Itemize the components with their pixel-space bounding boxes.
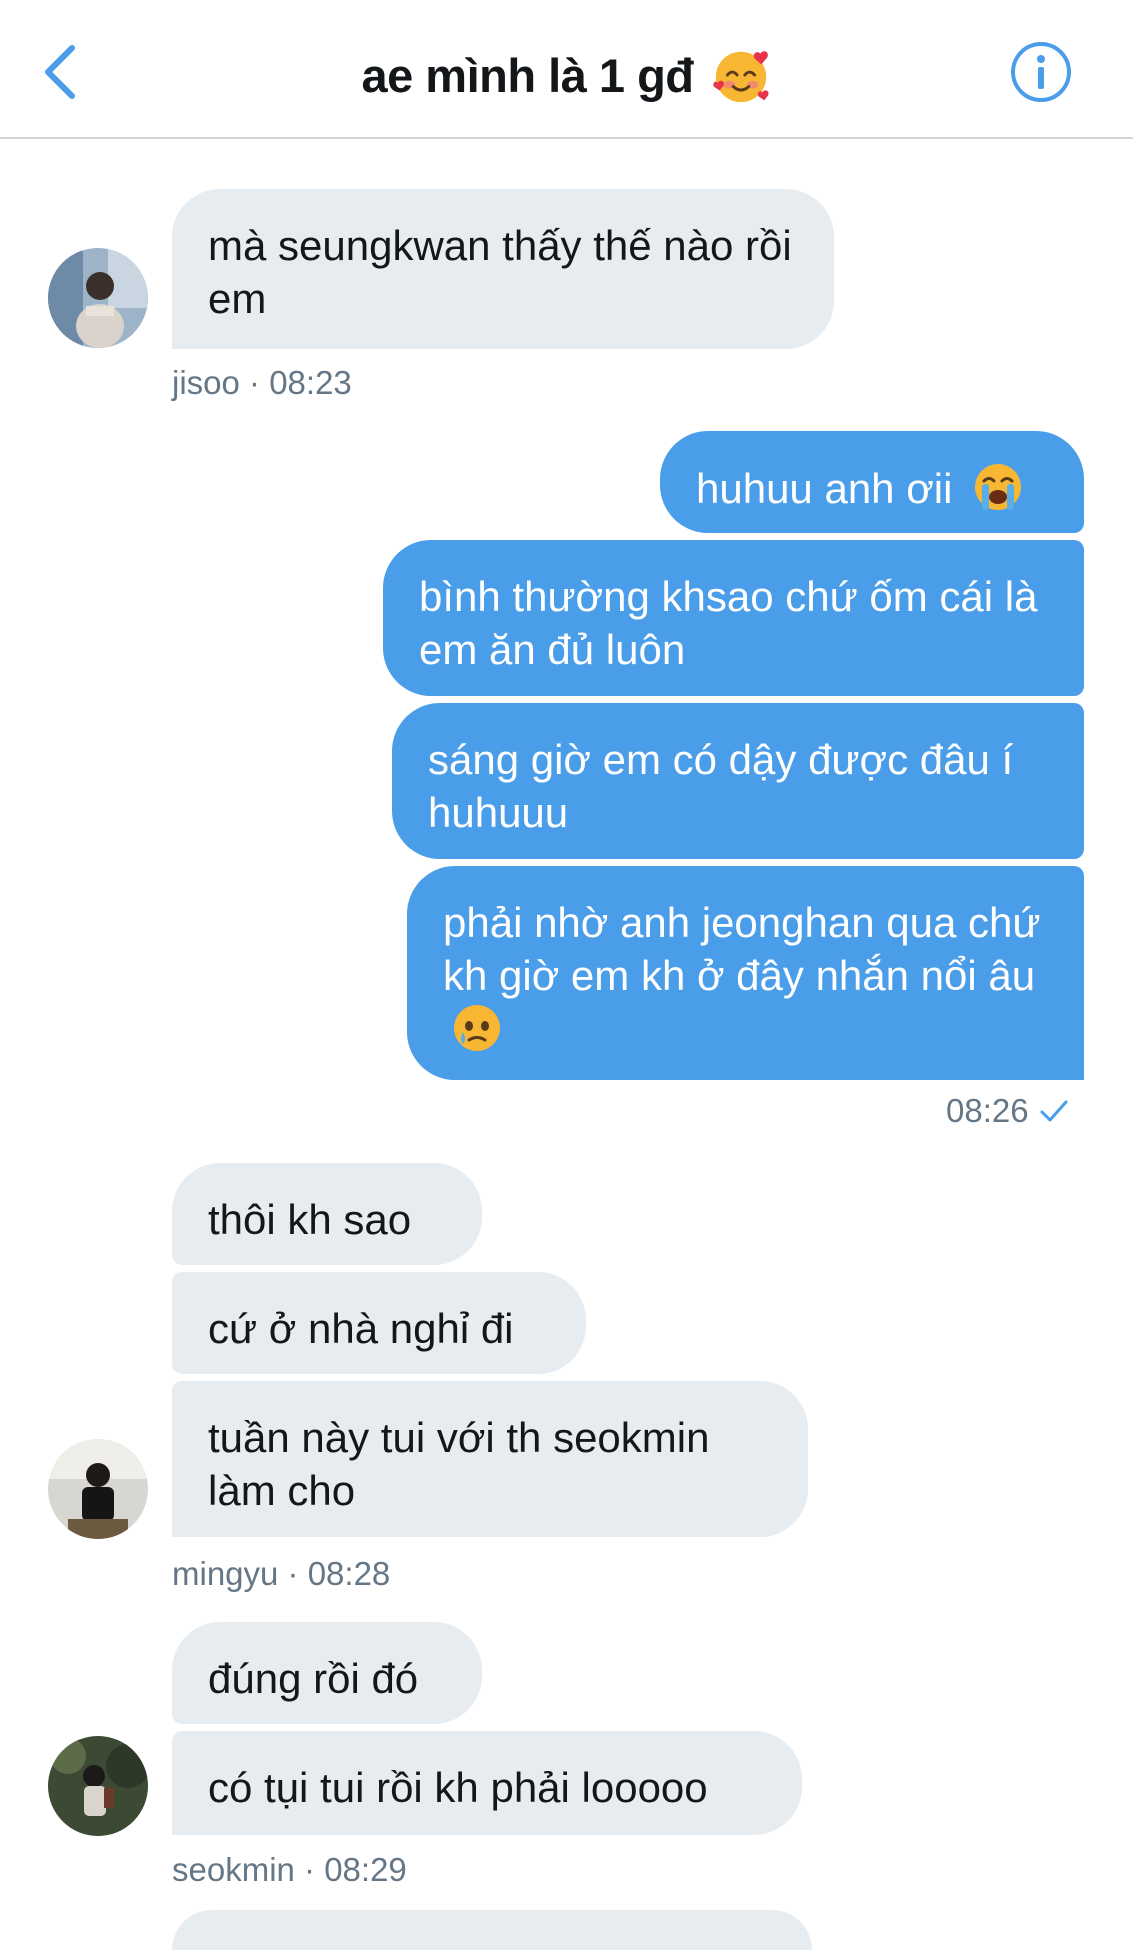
outgoing-message-bubble[interactable]: huhuu anh ơii xyxy=(660,431,1084,533)
avatar-jisoo[interactable] xyxy=(48,248,148,348)
incoming-message-bubble[interactable]: có tụi tui rồi kh phải looooo xyxy=(172,1731,802,1835)
message-text: bình thường khsao chứ ốm cái là em ăn đủ… xyxy=(419,573,1038,673)
avatar-photo xyxy=(48,248,148,348)
message-meta: mingyu · 08:28 xyxy=(172,1555,391,1592)
incoming-message-bubble[interactable]: mà seungkwan thấy thế nào rồi em xyxy=(172,189,834,349)
info-icon[interactable] xyxy=(1009,40,1073,104)
conversation-title: ae mình là 1 gđ xyxy=(361,48,694,102)
message-text: sáng giờ em có dậy được đâu í huhuuu xyxy=(428,736,1014,836)
incoming-message-bubble[interactable]: thôi kh sao xyxy=(172,1163,482,1265)
sent-check-icon xyxy=(1040,1100,1068,1122)
incoming-message-bubble[interactable]: tuần này tui với th seokmin làm cho xyxy=(172,1381,808,1537)
avatar-photo xyxy=(48,1736,148,1836)
loudly-crying-face-icon xyxy=(975,464,1022,510)
face-holding-back-tears-icon xyxy=(454,1005,500,1051)
outgoing-message-bubble[interactable]: sáng giờ em có dậy được đâu í huhuuu xyxy=(392,703,1084,859)
smiling-face-with-hearts-icon xyxy=(712,51,769,103)
avatar-seokmin[interactable] xyxy=(48,1736,148,1836)
message-text: đúng rồi đó xyxy=(208,1655,419,1702)
message-text: huhuu anh ơii xyxy=(696,465,953,512)
message-text: thôi kh sao xyxy=(208,1196,412,1243)
message-meta: seokmin · 08:29 xyxy=(172,1851,407,1888)
message-meta: jisoo · 08:23 xyxy=(172,364,352,401)
incoming-message-bubble[interactable]: cứ ở nhà nghỉ đi xyxy=(172,1272,586,1374)
outgoing-message-bubble[interactable]: phải nhờ anh jeonghan qua chứ kh giờ em … xyxy=(407,866,1084,1080)
incoming-message-bubble-partial[interactable] xyxy=(172,1910,812,1950)
message-time: 08:26 xyxy=(946,1092,1029,1129)
message-text: mà seungkwan thấy thế nào rồi em xyxy=(208,222,792,322)
conversation-title-area[interactable]: ae mình là 1 gđ xyxy=(0,40,1133,110)
chat-header: ae mình là 1 gđ xyxy=(0,0,1133,139)
avatar-mingyu[interactable] xyxy=(48,1439,148,1539)
message-text: cứ ở nhà nghỉ đi xyxy=(208,1305,514,1352)
message-text: phải nhờ anh jeonghan qua chứ kh giờ em … xyxy=(443,899,1041,999)
outgoing-message-meta: 08:26 xyxy=(946,1092,1069,1130)
outgoing-message-bubble[interactable]: bình thường khsao chứ ốm cái là em ăn đủ… xyxy=(383,540,1084,696)
message-text: tuần này tui với th seokmin làm cho xyxy=(208,1414,710,1514)
message-text: có tụi tui rồi kh phải looooo xyxy=(208,1764,708,1811)
avatar-photo xyxy=(48,1439,148,1539)
incoming-message-bubble[interactable]: đúng rồi đó xyxy=(172,1622,482,1724)
